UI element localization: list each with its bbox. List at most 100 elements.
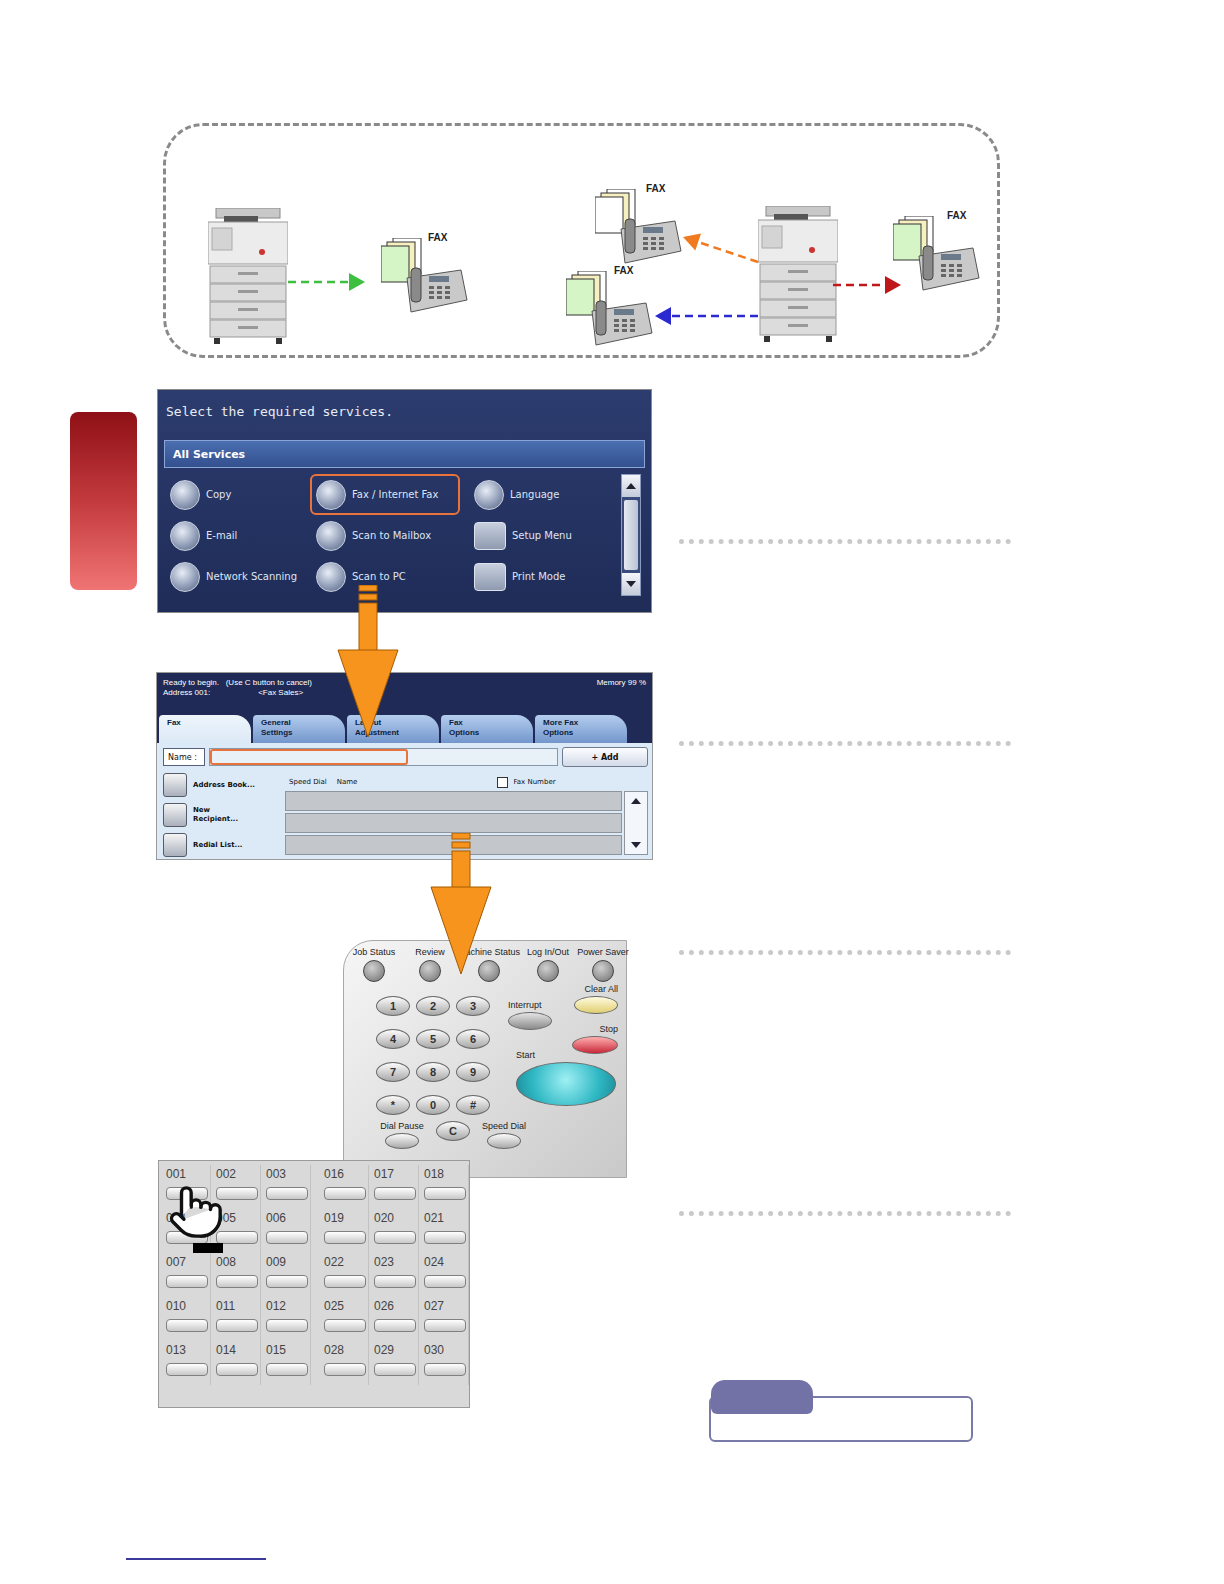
stop-button[interactable] <box>572 1036 618 1054</box>
tab[interactable]: GeneralSettings <box>253 715 345 743</box>
service-button[interactable]: Language <box>468 474 605 515</box>
keypad-key[interactable]: 5 <box>416 1029 450 1049</box>
service-icon <box>170 521 200 551</box>
speed-dial-button[interactable]: 021 <box>419 1209 469 1253</box>
service-button[interactable]: Scan to PC <box>310 556 460 597</box>
tab[interactable]: LayoutAdjustment <box>347 715 439 743</box>
service-button[interactable]: Network Scanning <box>164 556 302 597</box>
keypad-key[interactable]: 4 <box>376 1029 410 1049</box>
list-scrollbar[interactable] <box>624 791 648 855</box>
speed-dial-button[interactable]: 002 <box>211 1165 261 1209</box>
speed-dial-button[interactable]: 028 <box>319 1341 369 1385</box>
speed-dial-button[interactable]: 011 <box>211 1297 261 1341</box>
fax-label: FAX <box>428 232 447 243</box>
scroll-up-button[interactable] <box>622 475 640 497</box>
speed-dial-button[interactable]: 003 <box>261 1165 311 1209</box>
tab[interactable]: Fax <box>159 715 251 743</box>
keypad-key[interactable]: * <box>376 1095 410 1115</box>
all-services-bar[interactable]: All Services <box>164 440 645 468</box>
keypad-key[interactable]: 6 <box>456 1029 490 1049</box>
step-divider <box>679 741 1011 746</box>
speed-dial-button[interactable]: 019 <box>319 1209 369 1253</box>
keypad-key[interactable]: 0 <box>416 1095 450 1115</box>
tab[interactable]: FaxOptions <box>441 715 533 743</box>
fax-machine: FAX <box>893 216 981 292</box>
side-button[interactable]: Address Book... <box>163 773 279 797</box>
keypad-key[interactable]: 7 <box>376 1062 410 1082</box>
speed-dial-button[interactable]: 009 <box>261 1253 311 1297</box>
panel-key[interactable] <box>487 1133 521 1149</box>
speed-dial-button[interactable]: 012 <box>261 1297 311 1341</box>
speed-dial-button[interactable]: 014 <box>211 1341 261 1385</box>
down-arrow-icon <box>430 833 492 975</box>
speed-dial-button[interactable]: 007 <box>161 1253 211 1297</box>
speed-dial-button[interactable]: 026 <box>369 1297 419 1341</box>
panel-button[interactable]: Power Saver <box>576 947 630 982</box>
interrupt-button[interactable] <box>508 1012 552 1030</box>
side-button[interactable]: Redial List... <box>163 833 279 857</box>
speed-dial-button[interactable]: 016 <box>319 1165 369 1209</box>
keypad-key[interactable]: 2 <box>416 996 450 1016</box>
fax-number-checkbox[interactable]: Fax Number <box>497 777 555 788</box>
speed-dial-button[interactable]: 030 <box>419 1341 469 1385</box>
scrollbar[interactable] <box>621 474 641 596</box>
panel-button[interactable]: Log In/Out <box>520 947 576 982</box>
keypad-key[interactable]: 3 <box>456 996 490 1016</box>
speed-dial-button[interactable]: 008 <box>211 1253 261 1297</box>
speed-dial-button[interactable]: 018 <box>419 1165 469 1209</box>
keypad: 123 456 789 * 0 # <box>376 996 490 1115</box>
arrow-icon <box>288 273 365 291</box>
speed-dial-button[interactable]: 015 <box>261 1341 311 1385</box>
panel-button[interactable]: Machine Status <box>458 947 520 982</box>
speed-dial-button[interactable]: 027 <box>419 1297 469 1341</box>
arrow-icon <box>683 234 758 262</box>
speed-dial-pad: 0010020030040050060070080090100110120130… <box>158 1160 470 1408</box>
panel-key[interactable] <box>385 1133 419 1149</box>
speed-dial-button[interactable]: 006 <box>261 1209 311 1253</box>
clear-all-button[interactable] <box>574 996 618 1014</box>
fax-machine: FAX <box>381 238 469 314</box>
list-row[interactable] <box>285 835 622 855</box>
keypad-key[interactable]: 8 <box>416 1062 450 1082</box>
screen-prompt: Select the required services. <box>158 390 651 440</box>
tab[interactable]: More FaxOptions <box>535 715 627 743</box>
fax-icon <box>595 189 683 265</box>
fax-screen: Ready to begin. (Use C button to cancel)… <box>156 672 653 860</box>
keypad-key[interactable]: # <box>456 1095 490 1115</box>
speed-dial-button[interactable]: 010 <box>161 1297 211 1341</box>
side-button[interactable]: NewRecipient... <box>163 803 279 827</box>
speed-dial-button[interactable]: 023 <box>369 1253 419 1297</box>
service-button[interactable]: Fax / Internet Fax <box>310 474 460 515</box>
scroll-down-button[interactable] <box>622 573 640 595</box>
service-button[interactable]: Setup Menu <box>468 515 605 556</box>
service-icon <box>316 480 346 510</box>
speed-dial-button[interactable]: 017 <box>369 1165 419 1209</box>
service-button[interactable]: Print Mode <box>468 556 605 597</box>
speed-dial-button[interactable]: 013 <box>161 1341 211 1385</box>
service-button[interactable]: Copy <box>164 474 302 515</box>
service-button[interactable]: Scan to Mailbox <box>310 515 460 556</box>
service-button[interactable]: E-mail <box>164 515 302 556</box>
speed-dial-button[interactable]: 022 <box>319 1253 369 1297</box>
list-row[interactable] <box>285 813 622 833</box>
fax-machine: FAX <box>595 189 683 265</box>
scroll-thumb[interactable] <box>624 500 638 570</box>
keypad-key[interactable]: 9 <box>456 1062 490 1082</box>
start-button[interactable] <box>516 1062 616 1106</box>
panel-button[interactable]: Review <box>402 947 458 982</box>
column-header: Speed Dial <box>289 778 327 786</box>
speed-dial-button[interactable]: 025 <box>319 1297 369 1341</box>
keypad-key[interactable]: 1 <box>376 996 410 1016</box>
step-divider <box>679 1211 1011 1216</box>
fax-icon <box>893 216 981 292</box>
service-icon <box>474 522 506 550</box>
speed-dial-button[interactable]: 029 <box>369 1341 419 1385</box>
list-row[interactable] <box>285 791 622 811</box>
speed-dial-button[interactable]: 024 <box>419 1253 469 1297</box>
panel-key[interactable]: C <box>436 1121 470 1141</box>
figures: Select the required services.All Service… <box>157 389 653 1558</box>
speed-dial-button[interactable]: 020 <box>369 1209 419 1253</box>
panel-button[interactable]: Job Status <box>346 947 402 982</box>
add-button[interactable]: + Add <box>562 747 648 767</box>
name-field[interactable] <box>209 748 558 766</box>
